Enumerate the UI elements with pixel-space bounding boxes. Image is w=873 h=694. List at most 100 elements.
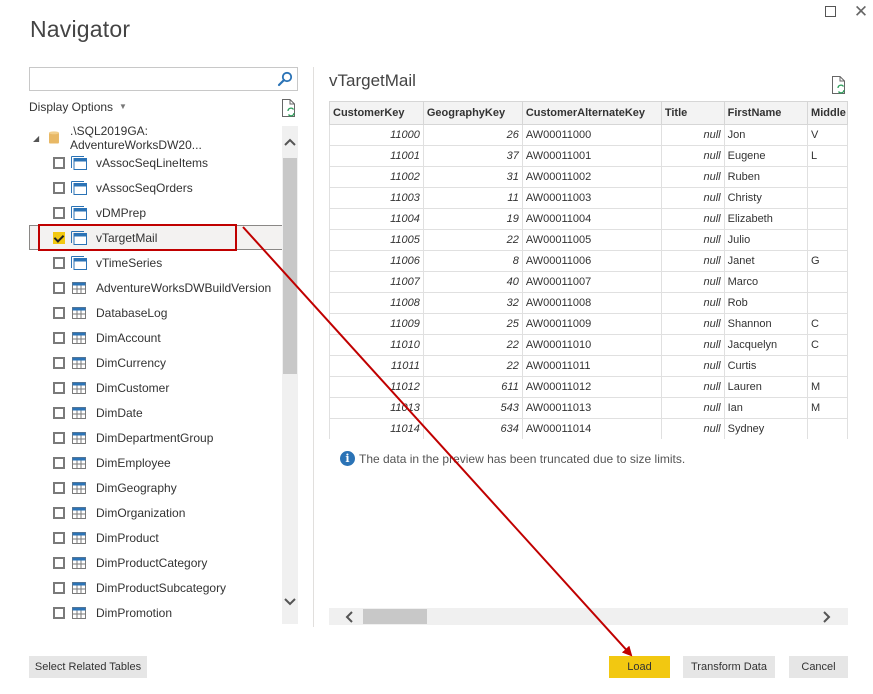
table-cell: AW00011001 (521, 145, 662, 167)
checkbox[interactable] (53, 156, 65, 169)
tree-item[interactable]: DimGeography (29, 475, 282, 500)
preview-scroll-thumb[interactable] (363, 609, 427, 624)
checkbox[interactable] (53, 256, 65, 269)
cancel-button[interactable]: Cancel (789, 656, 848, 678)
tree-item[interactable]: DimCustomer (29, 375, 282, 400)
scroll-down-icon[interactable] (282, 596, 298, 612)
table-cell: null (660, 397, 725, 419)
search-icon[interactable] (277, 71, 293, 87)
table-cell: AW00011005 (521, 229, 662, 251)
checkbox[interactable] (53, 356, 65, 369)
tree-item[interactable]: DimCurrency (29, 350, 282, 375)
column-header[interactable]: Middle (807, 101, 848, 125)
table-cell (807, 208, 848, 230)
load-button[interactable]: Load (609, 656, 670, 678)
table-cell: 11008 (329, 292, 424, 314)
tree-item-label: vAssocSeqLineItems (96, 155, 209, 170)
table-icon (72, 281, 86, 294)
tree-item[interactable]: vDMPrep (29, 200, 282, 225)
checkbox[interactable] (53, 181, 65, 194)
scroll-left-icon[interactable] (342, 608, 358, 625)
tree-item[interactable]: vAssocSeqLineItems (29, 150, 282, 175)
column-header[interactable]: CustomerKey (329, 101, 424, 125)
checkbox[interactable] (53, 506, 65, 519)
checkbox[interactable] (53, 531, 65, 544)
table-cell: 22 (422, 334, 523, 356)
scroll-right-icon[interactable] (818, 608, 834, 625)
table-icon (72, 456, 86, 469)
table-cell (807, 271, 848, 293)
tree-item[interactable]: DimPromotion (29, 600, 282, 624)
tree-item[interactable]: DimAccount (29, 325, 282, 350)
tree-vertical-scrollbar[interactable] (282, 126, 298, 624)
checkbox[interactable] (53, 381, 65, 394)
column-header[interactable]: Title (660, 101, 725, 125)
truncation-message: The data in the preview has been truncat… (359, 451, 686, 466)
table-cell: 11003 (329, 187, 424, 209)
table-cell: Marco (723, 271, 809, 293)
transform-data-button[interactable]: Transform Data (683, 656, 775, 678)
table-cell: AW00011013 (521, 397, 662, 419)
table-row: 11009 25 AW00011009 null Shannon C (329, 313, 848, 335)
tree-item[interactable]: DimDate (29, 400, 282, 425)
preview-horizontal-scrollbar[interactable] (329, 608, 848, 625)
table-cell: 40 (422, 271, 523, 293)
tree-item-label: vTimeSeries (96, 255, 163, 270)
tree-item-label: DimEmployee (96, 455, 171, 470)
tree-root-database[interactable]: ◢ .\SQL2019GA: AdventureWorksDW20... (29, 126, 282, 152)
table-cell: AW00011009 (521, 313, 662, 335)
table-cell: AW00011011 (521, 355, 662, 377)
checkbox[interactable] (53, 406, 65, 419)
close-button[interactable]: ✕ (851, 2, 871, 22)
tree-item[interactable]: DimProductCategory (29, 550, 282, 575)
view-icon (71, 205, 87, 220)
tree-item[interactable]: DimProductSubcategory (29, 575, 282, 600)
scroll-up-icon[interactable] (282, 138, 298, 154)
table-cell: 31 (422, 166, 523, 188)
search-input[interactable] (30, 68, 270, 90)
tree-item[interactable]: vTimeSeries (29, 250, 282, 275)
expand-collapse-icon[interactable]: ◢ (33, 134, 41, 143)
maximize-button[interactable] (820, 2, 840, 22)
tree-scroll-thumb[interactable] (283, 158, 297, 374)
refresh-document-icon[interactable] (281, 99, 297, 117)
column-header[interactable]: CustomerAlternateKey (521, 101, 662, 125)
refresh-document-icon[interactable] (831, 76, 847, 94)
checkbox[interactable] (53, 306, 65, 319)
checkbox[interactable] (53, 581, 65, 594)
tree-item[interactable]: vAssocSeqOrders (29, 175, 282, 200)
checkbox[interactable] (53, 206, 65, 219)
tree-item[interactable]: DimOrganization (29, 500, 282, 525)
tree-item-label: DimAccount (96, 330, 161, 345)
table-cell: null (660, 124, 725, 146)
select-related-tables-button[interactable]: Select Related Tables (29, 656, 147, 678)
checkbox[interactable] (53, 606, 65, 619)
tree-item[interactable]: DatabaseLog (29, 300, 282, 325)
checkbox-checked[interactable] (53, 231, 65, 244)
tree-item[interactable]: AdventureWorksDWBuildVersion (29, 275, 282, 300)
table-cell: 37 (422, 145, 523, 167)
search-box (29, 67, 298, 91)
column-header[interactable]: GeographyKey (422, 101, 523, 125)
tree-item[interactable]: DimEmployee (29, 450, 282, 475)
table-cell: 11011 (329, 355, 424, 377)
checkbox[interactable] (53, 456, 65, 469)
tree-item-label: DimProduct (96, 530, 159, 545)
checkbox[interactable] (53, 331, 65, 344)
table-cell: AW00011003 (521, 187, 662, 209)
table-cell: Jon (723, 124, 809, 146)
tree-item[interactable]: DimProduct (29, 525, 282, 550)
column-header[interactable]: FirstName (723, 101, 809, 125)
checkbox[interactable] (53, 281, 65, 294)
checkbox[interactable] (53, 556, 65, 569)
checkbox[interactable] (53, 431, 65, 444)
tree-root-label: .\SQL2019GA: AdventureWorksDW20... (69, 126, 202, 152)
checkbox[interactable] (53, 481, 65, 494)
view-icon (71, 255, 87, 270)
tree-item-label: DatabaseLog (96, 305, 168, 320)
table-row: 11011 22 AW00011011 null Curtis (329, 355, 848, 377)
table-cell: AW00011006 (521, 250, 662, 272)
display-options-dropdown[interactable]: Display Options ▼ (29, 100, 127, 114)
tree-item[interactable]: DimDepartmentGroup (29, 425, 282, 450)
tree-item[interactable]: vTargetMail (29, 225, 282, 250)
